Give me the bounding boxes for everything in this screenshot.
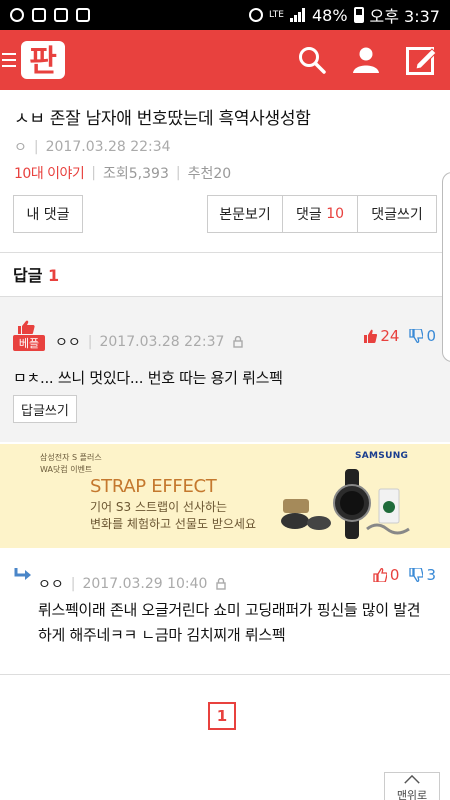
divider [0, 252, 450, 253]
alarm-icon [249, 8, 263, 22]
upvote-count: 24 [380, 327, 400, 345]
app-header: 판 [0, 30, 450, 90]
pann-logo[interactable]: 판 [20, 39, 66, 81]
article-meta: ㅇ | 2017.03.28 22:34 [14, 137, 436, 157]
file-icon [32, 8, 46, 22]
comment-toolbar: 내 댓글 본문보기 댓글 10 댓글쓰기 [13, 195, 437, 233]
article-stats: 10대 이야기 | 조회5,393 | 추천20 [14, 163, 436, 183]
signal-icon [289, 8, 305, 22]
report-icon[interactable] [215, 578, 227, 590]
menu-icon[interactable] [2, 53, 16, 67]
pann-icon [54, 8, 68, 22]
upvote-count: 0 [389, 566, 400, 584]
comment-meta: ㅇㅇ | 2017.03.28 22:37 [55, 332, 244, 352]
thumbs-up-icon [373, 568, 387, 582]
comment-date: 2017.03.28 22:37 [99, 334, 225, 350]
ad-body-line: 기어 S3 스트랩이 선사하는 [90, 500, 228, 514]
best-badge: 베플 [13, 319, 45, 351]
lte-icon: LTE [269, 9, 284, 20]
separator: | [91, 165, 97, 181]
search-icon[interactable] [298, 46, 326, 74]
comments-label: 댓글 [295, 207, 322, 223]
product-image [281, 469, 410, 539]
upvote-button[interactable]: 24 [363, 327, 399, 345]
separator: | [70, 576, 76, 592]
clock: 오후 3:37 [369, 7, 440, 26]
downvote-button[interactable]: 0 [409, 327, 436, 345]
comments-count: 10 [326, 206, 345, 222]
comments-button[interactable]: 댓글 10 [282, 195, 357, 233]
best-comment: 베플 ㅇㅇ | 2017.03.28 22:37 24 0 ㅁㅊ... 쓰니 멋… [0, 296, 450, 442]
downvote-count: 0 [426, 327, 436, 345]
upvote-button[interactable]: 0 [373, 566, 400, 584]
article-date: 2017.03.28 22:34 [45, 139, 171, 155]
best-label: 베플 [13, 335, 45, 351]
ad-brand-line: 삼성전자 S 플러스 [40, 453, 102, 462]
svg-text:판: 판 [29, 44, 57, 79]
article-recommend: 추천20 [187, 166, 232, 182]
downvote-count: 3 [426, 566, 436, 584]
ad-headline: STRAP EFFECT [90, 476, 217, 497]
separator: | [87, 334, 93, 350]
scroll-top-label: 맨위로 [396, 789, 428, 800]
reply-arrow-icon [14, 568, 31, 580]
comment-votes: 0 3 [373, 566, 436, 584]
thumbs-down-icon [409, 329, 424, 343]
battery-icon [353, 7, 364, 23]
thumbs-up-icon [18, 320, 35, 334]
comment-meta: ㅇㅇ | 2017.03.29 10:40 [38, 574, 227, 594]
image-icon [76, 8, 90, 22]
comment-text: 뤼스펙이래 존내 오글거린다 쇼미 고딩래퍼가 핑신들 많이 발견하게 해주네ㅋ… [38, 601, 421, 644]
article-title[interactable]: ㅅㅂ 존잘 남자애 번호땄는데 흑역사생성함 [14, 104, 436, 129]
separator: | [33, 139, 39, 155]
article-author: ㅇ [14, 140, 27, 156]
comment-author: ㅇㅇ [55, 335, 81, 351]
write-icon[interactable] [406, 45, 438, 75]
reply-count-heading: 답글 1 [13, 262, 59, 286]
report-icon[interactable] [232, 336, 244, 348]
ad-body-line: 변화를 체험하고 선물도 받으세요 [90, 517, 257, 531]
reply-button[interactable]: 답글쓰기 [13, 395, 77, 423]
my-comments-button[interactable]: 내 댓글 [13, 195, 83, 233]
comment-author: ㅇㅇ [38, 577, 64, 593]
article-views: 조회5,393 [103, 166, 169, 182]
ad-event-line: WA닷컴 이벤트 [40, 465, 93, 474]
status-bar: LTE 48% 오후 3:37 [0, 0, 450, 30]
comment-date: 2017.03.29 10:40 [82, 576, 208, 592]
user-icon[interactable] [352, 46, 380, 74]
comment-votes: 24 0 [363, 327, 436, 345]
chevron-up-icon [404, 775, 420, 784]
article-info: ㅅㅂ 존잘 남자애 번호땄는데 흑역사생성함 ㅇ | 2017.03.28 22… [0, 90, 450, 183]
page-button-current[interactable]: 1 [208, 702, 236, 730]
battery-percent: 48% [311, 5, 348, 25]
recycle-icon [10, 8, 24, 22]
article-category[interactable]: 10대 이야기 [14, 163, 85, 183]
reply-label: 답글 [13, 266, 43, 285]
ad-banner[interactable]: 삼성전자 S 플러스 WA닷컴 이벤트 SAMSUNG STRAP EFFECT… [0, 444, 450, 548]
downvote-button[interactable]: 3 [409, 566, 436, 584]
view-post-button[interactable]: 본문보기 [207, 195, 282, 233]
comment-text: ㅁㅊ... 쓰니 멋있다... 번호 따는 용기 뤼스펙 [13, 369, 283, 387]
scroll-top-button[interactable]: 맨위로 [384, 772, 440, 800]
edge-panel-handle[interactable] [442, 172, 450, 362]
separator: | [175, 165, 181, 181]
thumbs-up-icon [364, 329, 378, 343]
thumbs-down-icon [409, 568, 424, 582]
reply-count: 1 [48, 266, 60, 285]
divider [0, 674, 450, 675]
ad-body: 기어 S3 스트랩이 선사하는 변화를 체험하고 선물도 받으세요 [90, 499, 256, 533]
write-comment-button[interactable]: 댓글쓰기 [357, 195, 437, 233]
